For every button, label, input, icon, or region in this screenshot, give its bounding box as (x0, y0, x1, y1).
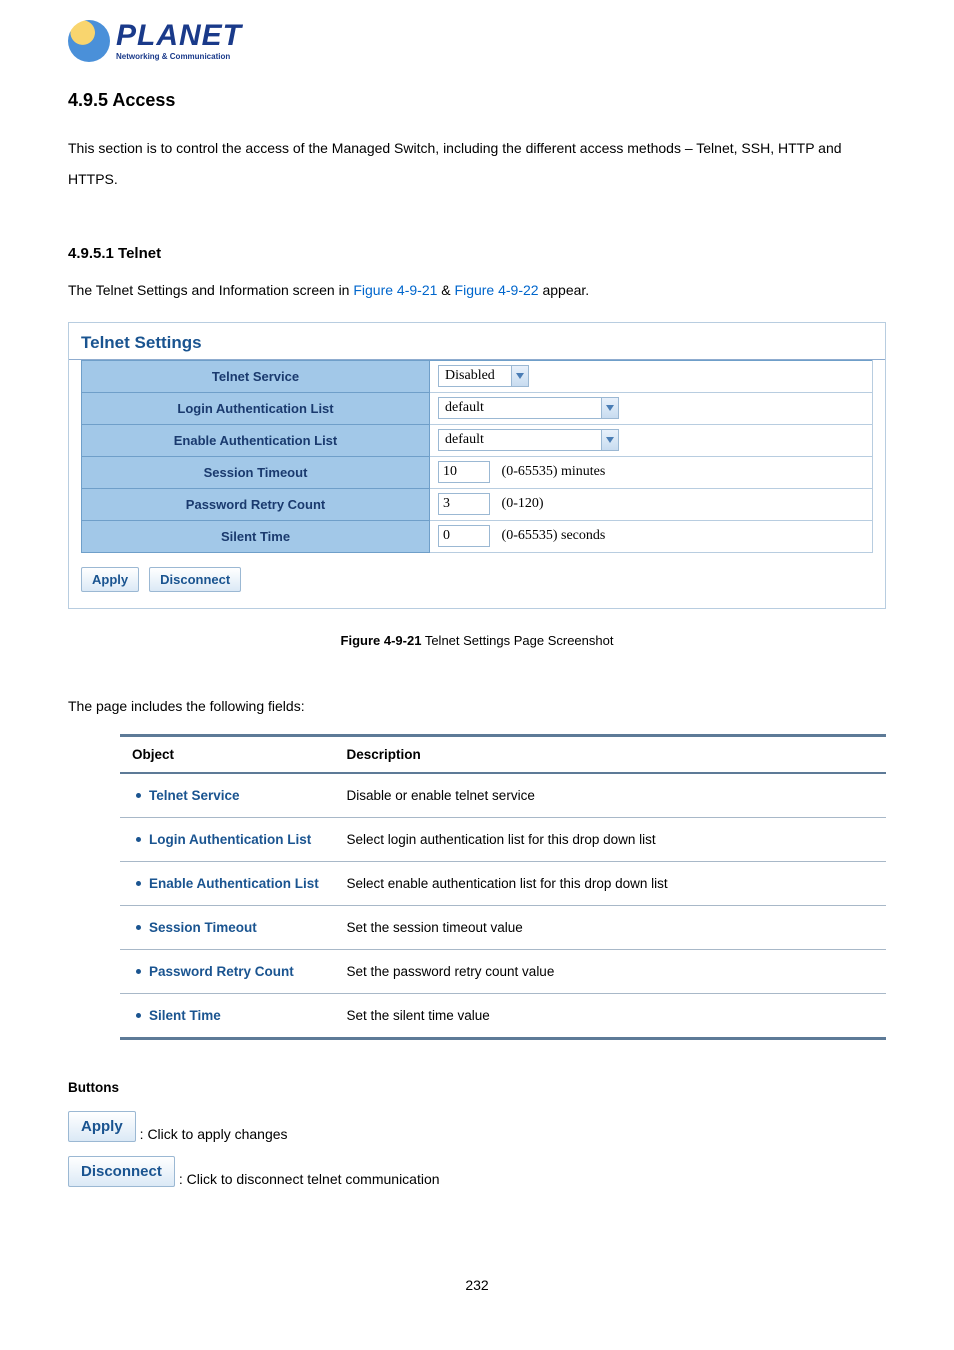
table-row: Enable Authentication List Select enable… (120, 861, 886, 905)
desc-password-retry: Set the password retry count value (334, 949, 886, 993)
logo-brand: PLANET (116, 21, 242, 51)
desc-login-auth: Select login authentication list for thi… (334, 817, 886, 861)
figure-caption: Figure 4-9-21 Telnet Settings Page Scree… (68, 633, 886, 648)
disconnect-explain-row: Disconnect : Click to disconnect telnet … (68, 1156, 886, 1187)
desc-telnet-service: Disable or enable telnet service (334, 773, 886, 818)
bullet-icon (136, 837, 141, 842)
telnet-service-value: Disabled (439, 367, 511, 385)
silent-time-hint: (0-65535) seconds (502, 528, 606, 543)
disconnect-button-sample: Disconnect (68, 1156, 175, 1187)
telnet-service-select[interactable]: Disabled (438, 365, 529, 387)
settings-table: Telnet Service Disabled Login Authentica… (81, 360, 873, 553)
chevron-down-icon (511, 366, 528, 386)
buttons-heading: Buttons (68, 1080, 886, 1095)
sub-intro-amp: & (437, 282, 454, 298)
table-row: Silent Time Set the silent time value (120, 993, 886, 1038)
password-retry-hint: (0-120) (502, 496, 544, 511)
telnet-settings-panel: Telnet Settings Telnet Service Disabled … (68, 322, 886, 609)
disconnect-explain-text: : Click to disconnect telnet communicati… (179, 1171, 440, 1187)
logo-globe-icon (68, 20, 110, 62)
figure-link-4-9-21[interactable]: Figure 4-9-21 (353, 282, 437, 298)
table-row: Telnet Service Disable or enable telnet … (120, 773, 886, 818)
table-row: Login Authentication List Select login a… (120, 817, 886, 861)
enable-auth-value: default (439, 431, 601, 449)
obj-enable-auth: Enable Authentication List (149, 876, 319, 891)
desc-head-description: Description (334, 735, 886, 773)
row-label-telnet-service: Telnet Service (82, 360, 430, 392)
row-label-login-auth: Login Authentication List (82, 392, 430, 424)
apply-explain-row: Apply : Click to apply changes (68, 1111, 886, 1142)
enable-auth-select[interactable]: default (438, 429, 619, 451)
password-retry-input[interactable]: 3 (438, 493, 490, 515)
bullet-icon (136, 925, 141, 930)
subsection-intro: The Telnet Settings and Information scre… (68, 282, 886, 298)
login-auth-value: default (439, 399, 601, 417)
chevron-down-icon (601, 398, 618, 418)
obj-login-auth: Login Authentication List (149, 832, 311, 847)
table-row: Session Timeout Set the session timeout … (120, 905, 886, 949)
description-table: Object Description Telnet Service Disabl… (120, 734, 886, 1040)
row-label-silent-time: Silent Time (82, 520, 430, 552)
figure-label: Figure 4-9-21 (341, 633, 422, 648)
desc-enable-auth: Select enable authentication list for th… (334, 861, 886, 905)
apply-button-sample: Apply (68, 1111, 136, 1142)
session-timeout-input[interactable]: 10 (438, 461, 490, 483)
obj-password-retry: Password Retry Count (149, 964, 294, 979)
section-intro: This section is to control the access of… (68, 133, 886, 195)
sub-intro-pre: The Telnet Settings and Information scre… (68, 282, 353, 298)
bullet-icon (136, 881, 141, 886)
subsection-heading: 4.9.5.1 Telnet (68, 245, 886, 262)
row-label-enable-auth: Enable Authentication List (82, 424, 430, 456)
fields-intro: The page includes the following fields: (68, 698, 886, 714)
login-auth-select[interactable]: default (438, 397, 619, 419)
logo-tagline: Networking & Communication (116, 53, 242, 61)
desc-session-timeout: Set the session timeout value (334, 905, 886, 949)
obj-telnet-service: Telnet Service (149, 788, 240, 803)
figure-link-4-9-22[interactable]: Figure 4-9-22 (455, 282, 539, 298)
chevron-down-icon (601, 430, 618, 450)
table-row: Password Retry Count Set the password re… (120, 949, 886, 993)
obj-silent-time: Silent Time (149, 1008, 221, 1023)
apply-explain-text: : Click to apply changes (140, 1126, 288, 1142)
session-timeout-hint: (0-65535) minutes (502, 464, 606, 479)
row-label-session-timeout: Session Timeout (82, 456, 430, 488)
bullet-icon (136, 1013, 141, 1018)
section-heading: 4.9.5 Access (68, 90, 886, 111)
row-label-password-retry: Password Retry Count (82, 488, 430, 520)
silent-time-input[interactable]: 0 (438, 525, 490, 547)
sub-intro-post: appear. (539, 282, 590, 298)
bullet-icon (136, 793, 141, 798)
brand-logo: PLANET Networking & Communication (68, 20, 886, 62)
figure-caption-text: Telnet Settings Page Screenshot (421, 633, 613, 648)
page-number: 232 (68, 1277, 886, 1293)
apply-button[interactable]: Apply (81, 567, 139, 592)
obj-session-timeout: Session Timeout (149, 920, 257, 935)
desc-head-object: Object (120, 735, 334, 773)
bullet-icon (136, 969, 141, 974)
desc-silent-time: Set the silent time value (334, 993, 886, 1038)
panel-title: Telnet Settings (69, 333, 885, 360)
disconnect-button[interactable]: Disconnect (149, 567, 241, 592)
